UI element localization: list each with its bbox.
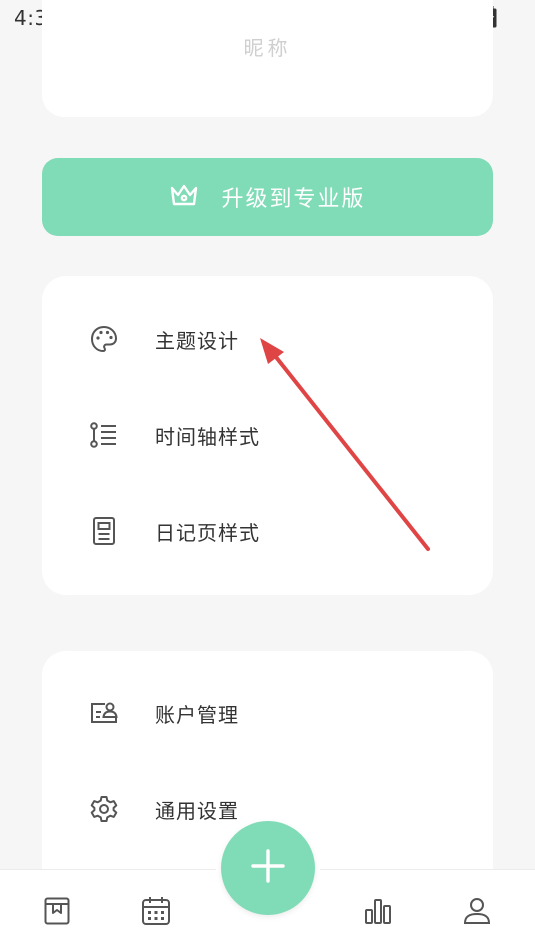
menu-label-diary-page-style: 日记页样式 (155, 520, 260, 545)
nav-calendar-icon[interactable] (139, 894, 173, 928)
menu-item-theme-design[interactable]: 主题设计 (42, 307, 493, 371)
menu-label-theme-design: 主题设计 (155, 328, 239, 353)
nav-bar-chart-icon[interactable] (361, 894, 395, 928)
screen: 4:33 昵称 升级到专业版 主题设计 时间轴样式 日记页样式 账户管理 通用设… (0, 0, 535, 951)
plus-icon (250, 848, 286, 888)
profile-card[interactable]: 昵称 (42, 0, 493, 117)
timeline-list-icon (88, 419, 120, 451)
upgrade-pro-button[interactable]: 升级到专业版 (42, 158, 493, 236)
nickname-label: 昵称 (243, 36, 292, 60)
diary-page-icon (88, 515, 120, 547)
nav-profile-icon[interactable] (460, 894, 494, 928)
menu-label-account-management: 账户管理 (155, 702, 239, 727)
menu-item-diary-page-style[interactable]: 日记页样式 (42, 499, 493, 563)
add-entry-button[interactable] (221, 821, 315, 915)
gear-icon (88, 793, 120, 825)
menu-label-timeline-style: 时间轴样式 (155, 424, 260, 449)
menu-item-timeline-style[interactable]: 时间轴样式 (42, 403, 493, 467)
nav-diary-book-icon[interactable] (40, 894, 74, 928)
style-settings-card: 主题设计 时间轴样式 日记页样式 (42, 276, 493, 595)
menu-label-general-settings: 通用设置 (155, 798, 239, 823)
upgrade-label: 升级到专业版 (221, 187, 366, 212)
palette-icon (88, 323, 120, 355)
menu-item-account-management[interactable]: 账户管理 (42, 681, 493, 745)
account-card-icon (88, 697, 120, 729)
crown-icon (169, 182, 199, 212)
